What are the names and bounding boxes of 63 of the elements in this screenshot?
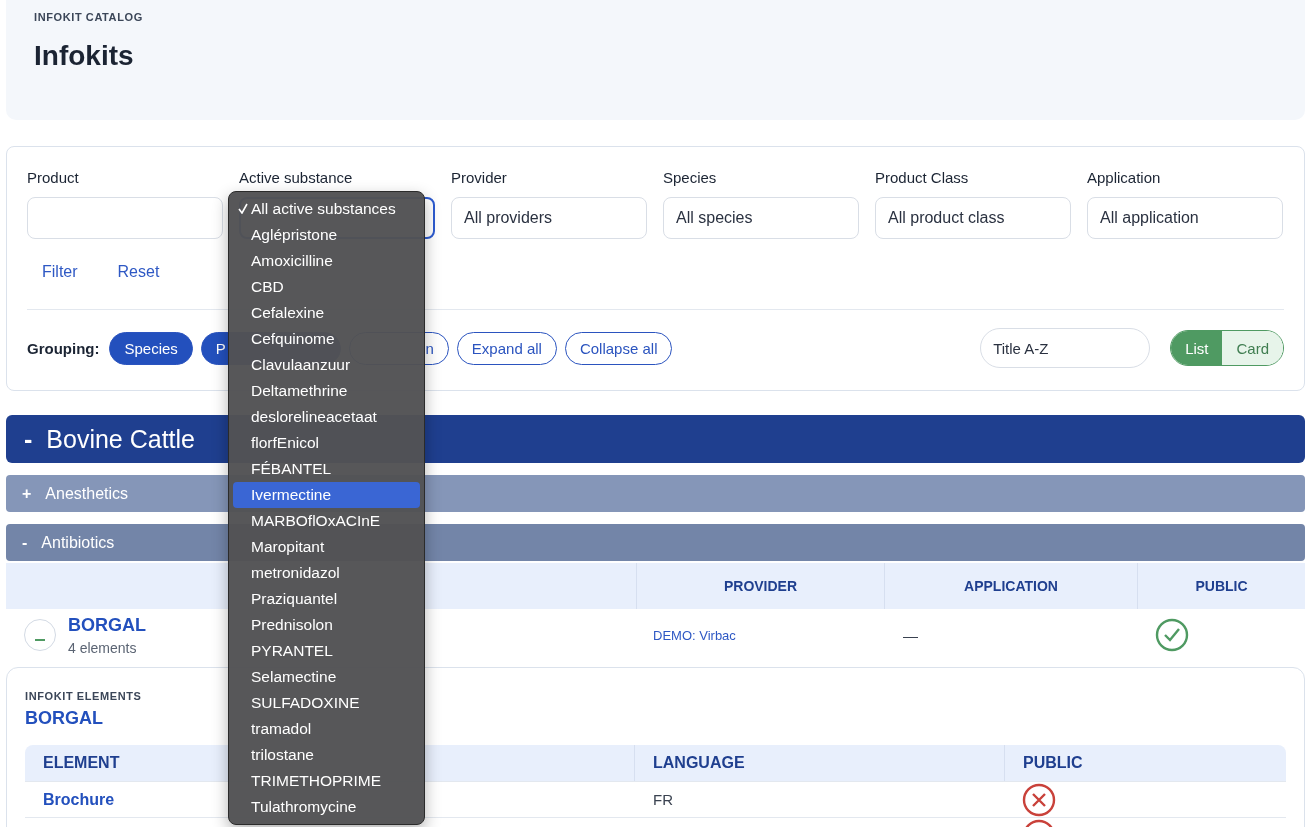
page-title: Infokits [34, 40, 135, 72]
collapse-sign: - [24, 424, 33, 454]
select-field[interactable]: All providers [451, 197, 647, 239]
dropdown-option[interactable]: trilostane [233, 742, 420, 768]
dropdown-option[interactable]: metronidazol [233, 560, 420, 586]
select-field[interactable]: All species [663, 197, 859, 239]
grouping-option[interactable]: Species [109, 331, 193, 365]
filter-label: Species [663, 169, 718, 187]
toggle-sign: + [22, 484, 32, 503]
dropdown-option[interactable]: CBD [233, 274, 420, 300]
select-field[interactable]: All application [1087, 197, 1283, 239]
dropdown-option[interactable]: Maropitant [233, 534, 420, 560]
grouping-action-button[interactable]: Collapse all [564, 331, 673, 365]
view-toggle-option[interactable]: Card [1222, 331, 1283, 365]
dropdown-option[interactable]: tramadol [233, 716, 420, 742]
minus-icon [35, 638, 45, 641]
dropdown-option[interactable]: Aglépristone [233, 222, 420, 248]
dropdown-option[interactable]: Cefalexine [233, 300, 420, 326]
dropdown-option[interactable]: florfEnicol [233, 430, 420, 456]
dropdown-option[interactable]: Clavulaanzuur [233, 352, 420, 378]
group-title: Bovine Cattle [46, 424, 196, 454]
filter-action-link[interactable]: Reset [117, 263, 160, 281]
subgroup-title: Antibiotics [41, 533, 115, 552]
dropdown-option[interactable]: Deltamethrine [233, 378, 420, 404]
dropdown-option[interactable]: TRIMETHOPRIME [233, 768, 420, 794]
column-header: LANGUAGE [653, 754, 745, 772]
filter-label: Provider [451, 169, 508, 187]
dropdown-option[interactable]: Prednisolon [233, 612, 420, 638]
grouping-label: Grouping: [27, 339, 100, 357]
application-cell-text: — [902, 626, 919, 644]
page-eyebrow: INFOKIT CATALOG [34, 11, 144, 23]
dropdown-option[interactable]: SULFADOXINE [233, 690, 420, 716]
dropdown-option[interactable]: Cefquinome [233, 326, 420, 352]
language-cell-text: FR [652, 791, 674, 808]
subgroup-title: Anesthetics [45, 484, 129, 503]
element-count: 4 elements [68, 639, 138, 656]
dropdown-option[interactable]: All active substances [233, 196, 420, 222]
dropdown-option[interactable]: Praziquantel [233, 586, 420, 612]
toggle-sign: - [22, 533, 28, 552]
select-field[interactable]: All product class [875, 197, 1071, 239]
filter-label: Product [27, 169, 80, 187]
filter-action-link[interactable]: Filter [42, 263, 78, 281]
column-header: APPLICATION [884, 563, 1137, 609]
dropdown-option[interactable]: Tulathromycine [233, 794, 420, 820]
infokit-title-link[interactable]: BORGAL [68, 614, 146, 636]
provider-link[interactable]: DEMO: Virbac [636, 628, 736, 643]
dropdown-option[interactable]: Ivermectine [233, 482, 420, 508]
input-field[interactable] [27, 197, 223, 239]
elements-title: BORGAL [25, 708, 103, 729]
collapse-row-button[interactable] [24, 619, 56, 651]
filter-label: Application [1087, 169, 1162, 187]
column-header: PUBLIC [1137, 563, 1305, 609]
column-header: ELEMENT [43, 754, 120, 772]
dropdown-option[interactable]: PYRANTEL [233, 638, 420, 664]
column-header: PUBLIC [1023, 754, 1083, 772]
elements-eyebrow: INFOKIT ELEMENTS [25, 690, 143, 702]
element-link[interactable]: Brochure [25, 790, 115, 808]
filter-label: Product Class [875, 169, 970, 187]
dropdown-option[interactable]: Selamectine [233, 664, 420, 690]
grouping-action-button[interactable]: Expand all [456, 331, 557, 365]
column-header: PROVIDER [636, 563, 884, 609]
dropdown-option[interactable]: Amoxicilline [233, 248, 420, 274]
filter-label: Active substance [239, 169, 354, 187]
